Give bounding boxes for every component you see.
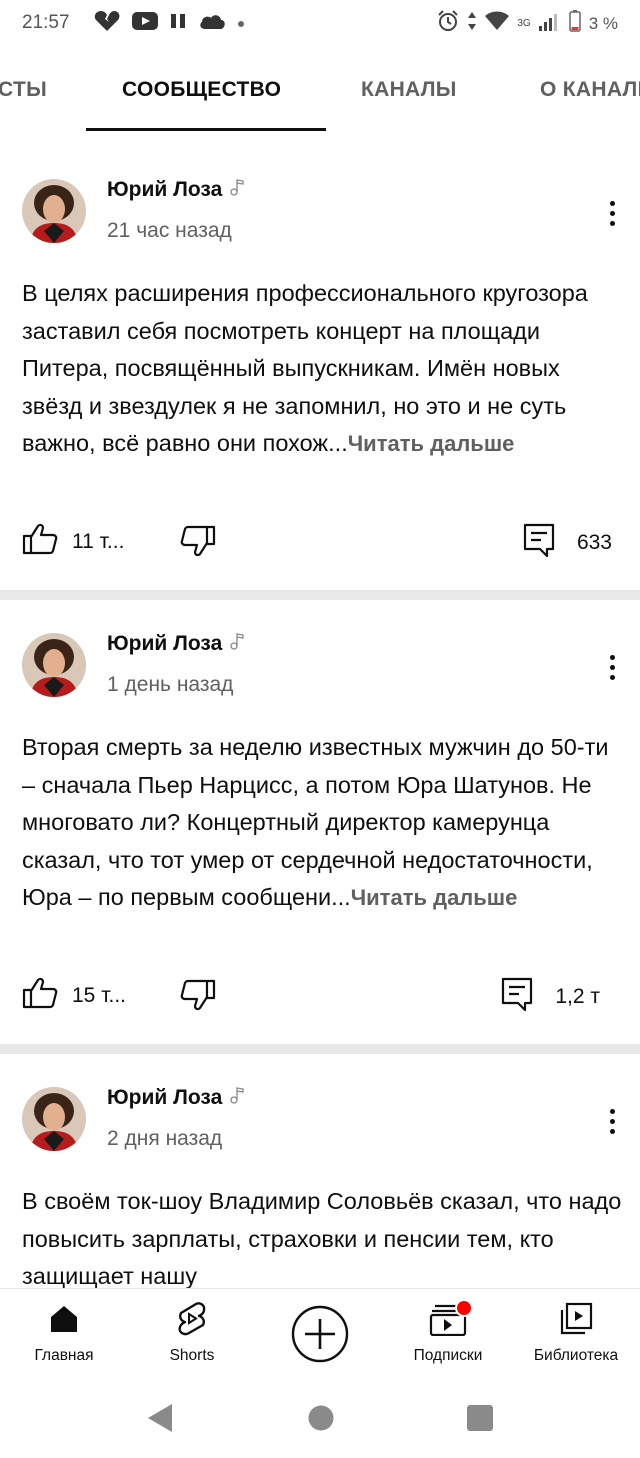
more-options-button[interactable]: [596, 1101, 628, 1141]
nav-subscriptions[interactable]: Подписки: [384, 1289, 512, 1381]
music-note-icon: [230, 178, 244, 202]
dislike-button[interactable]: [180, 979, 216, 1016]
avatar[interactable]: [22, 1087, 86, 1151]
post-author[interactable]: Юрий Лоза: [107, 178, 244, 202]
nav-home-label: Главная: [34, 1347, 94, 1364]
nav-create[interactable]: [256, 1289, 384, 1381]
post-timestamp: 21 час назад: [107, 219, 232, 242]
cloud-icon: [198, 12, 226, 35]
post-actions: 11 т... 633: [0, 523, 640, 573]
youtube-icon: [132, 11, 158, 36]
home-circle-icon[interactable]: [307, 1404, 335, 1437]
author-name[interactable]: Юрий Лоза: [107, 178, 222, 202]
post-text[interactable]: Вторая смерть за неделю известных мужчин…: [22, 729, 622, 917]
post-text[interactable]: В целях расширения профессионального кру…: [22, 275, 622, 463]
subscriptions-icon: [429, 1299, 473, 1337]
status-time: 21:57: [22, 12, 70, 33]
post-actions: 15 т... 1,2 т: [0, 977, 640, 1027]
comments-button[interactable]: 633: [523, 523, 612, 563]
dislike-button[interactable]: [180, 525, 216, 562]
status-bar: 21:57 3G 3 %: [0, 0, 640, 48]
nav-shorts-label: Shorts: [169, 1347, 215, 1364]
avatar[interactable]: [22, 633, 86, 697]
read-more-link[interactable]: Читать дальше: [348, 431, 515, 456]
avatar[interactable]: [22, 179, 86, 243]
tab-about[interactable]: О КАНАЛЕ: [540, 78, 640, 102]
comments-button[interactable]: 1,2 т: [501, 977, 600, 1017]
tab-posts[interactable]: СТЫ: [0, 78, 47, 102]
like-button[interactable]: 11 т...: [22, 523, 124, 561]
author-name[interactable]: Юрий Лоза: [107, 1086, 222, 1110]
music-note-icon: [230, 632, 244, 656]
broken-heart-icon: [94, 10, 120, 37]
community-post: Юрий Лоза 1 день назад Вторая смерть за …: [0, 609, 640, 1039]
like-count: 15 т...: [72, 984, 126, 1007]
author-name[interactable]: Юрий Лоза: [107, 632, 222, 656]
community-post: Юрий Лоза 2 дня назад В своём ток-шоу Вл…: [0, 1063, 640, 1288]
post-author[interactable]: Юрий Лоза: [107, 632, 244, 656]
nav-home[interactable]: Главная: [0, 1289, 128, 1381]
data-arrows-icon: [467, 11, 477, 36]
thumb-up-icon: [22, 977, 58, 1015]
comment-icon: [501, 977, 533, 1017]
like-button[interactable]: 15 т...: [22, 977, 126, 1015]
create-icon: [290, 1303, 350, 1365]
post-author[interactable]: Юрий Лоза: [107, 1086, 244, 1110]
music-note-icon: [230, 1086, 244, 1110]
thumb-up-icon: [22, 523, 58, 561]
read-more-link[interactable]: Читать дальше: [351, 885, 518, 910]
post-body: Вторая смерть за неделю известных мужчин…: [22, 734, 609, 910]
home-icon: [49, 1301, 79, 1337]
thumb-down-icon: [180, 979, 216, 1015]
battery-icon: [568, 10, 581, 37]
post-divider: [0, 590, 640, 600]
post-divider: [0, 1044, 640, 1054]
nav-subscriptions-label: Подписки: [413, 1347, 483, 1364]
nav-shorts[interactable]: Shorts: [128, 1289, 256, 1381]
post-timestamp: 1 день назад: [107, 673, 234, 696]
network-type-label: 3G: [517, 18, 531, 29]
tab-community[interactable]: СООБЩЕСТВО: [122, 78, 281, 102]
more-options-button[interactable]: [596, 647, 628, 687]
notification-dot-icon: [238, 20, 244, 27]
tab-channels[interactable]: КАНАЛЫ: [361, 78, 457, 102]
battery-percent: 3 %: [588, 13, 618, 33]
thumb-down-icon: [180, 525, 216, 561]
comment-icon: [523, 523, 555, 563]
comment-count: 633: [576, 531, 612, 554]
comment-count: 1,2 т: [555, 985, 600, 1008]
post-body: В своём ток-шоу Владимир Соловьёв сказал…: [22, 1188, 622, 1288]
active-tab-indicator: [86, 128, 326, 131]
nav-library[interactable]: Библиотека: [512, 1289, 640, 1381]
nav-library-label: Библиотека: [533, 1347, 619, 1364]
more-options-button[interactable]: [596, 193, 628, 233]
signal-icon: [538, 11, 561, 36]
post-timestamp: 2 дня назад: [107, 1127, 223, 1150]
system-navigation-bar: [0, 1380, 640, 1458]
community-post: Юрий Лоза 21 час назад В целях расширени…: [0, 155, 640, 585]
post-text[interactable]: В своём ток-шоу Владимир Соловьёв сказал…: [22, 1183, 622, 1288]
notification-badge: [455, 1299, 473, 1317]
wifi-icon: [485, 11, 510, 36]
like-count: 11 т...: [72, 530, 125, 553]
alarm-icon: [437, 10, 459, 37]
pause-icon: [170, 12, 186, 35]
channel-tabs: СТЫ СООБЩЕСТВО КАНАЛЫ О КАНАЛЕ: [0, 48, 640, 134]
shorts-icon: [176, 1301, 208, 1337]
bottom-navigation: Главная Shorts Подписки Библиотека: [0, 1288, 640, 1381]
library-icon: [558, 1301, 594, 1337]
back-icon[interactable]: [146, 1402, 174, 1439]
recents-icon[interactable]: [466, 1404, 494, 1437]
post-body: В целях расширения профессионального кру…: [22, 280, 588, 456]
